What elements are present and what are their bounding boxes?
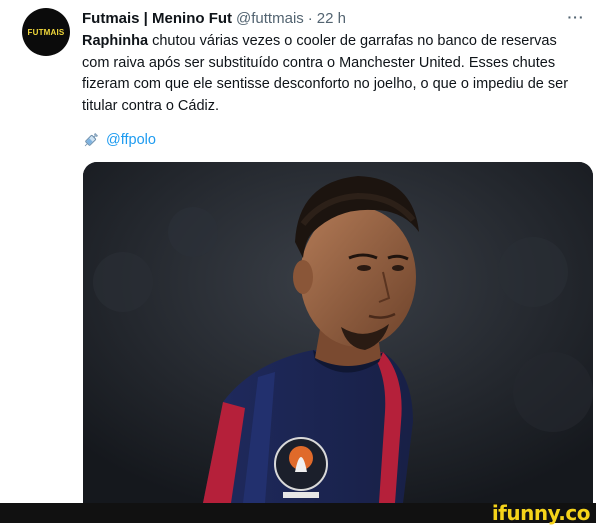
syringe-icon [84,132,99,147]
player-photo [83,162,593,503]
tweet-text-rest: chutou várias vezes o cooler de garrafas… [82,33,569,114]
tweet-header: Futmais | Menino Fut @futtmais · 22 h [82,8,346,28]
display-name[interactable]: Futmais | Menino Fut [82,10,232,27]
more-options-label: ··· [567,9,585,25]
tweet[interactable]: FUTMAIS Futmais | Menino Fut @futtmais ·… [0,0,596,503]
tweet-text: Raphinha chutou várias vezes o cooler de… [82,31,588,117]
ifunny-watermark: ifunny.co [491,501,591,525]
footer-bar: ifunny.co [0,501,596,525]
timestamp[interactable]: 22 h [317,10,346,27]
user-handle[interactable]: @futtmais [236,10,304,27]
avatar-logo-text: FUTMAIS [27,27,65,37]
credit-line: @ffpolo [82,130,156,150]
tweet-photo[interactable] [83,162,593,503]
separator-dot: · [307,9,313,27]
tweet-text-bold: Raphinha [82,33,149,49]
avatar[interactable]: FUTMAIS [22,8,70,56]
more-options-icon[interactable]: ··· [564,9,588,25]
mention-link[interactable]: @ffpolo [106,132,156,148]
